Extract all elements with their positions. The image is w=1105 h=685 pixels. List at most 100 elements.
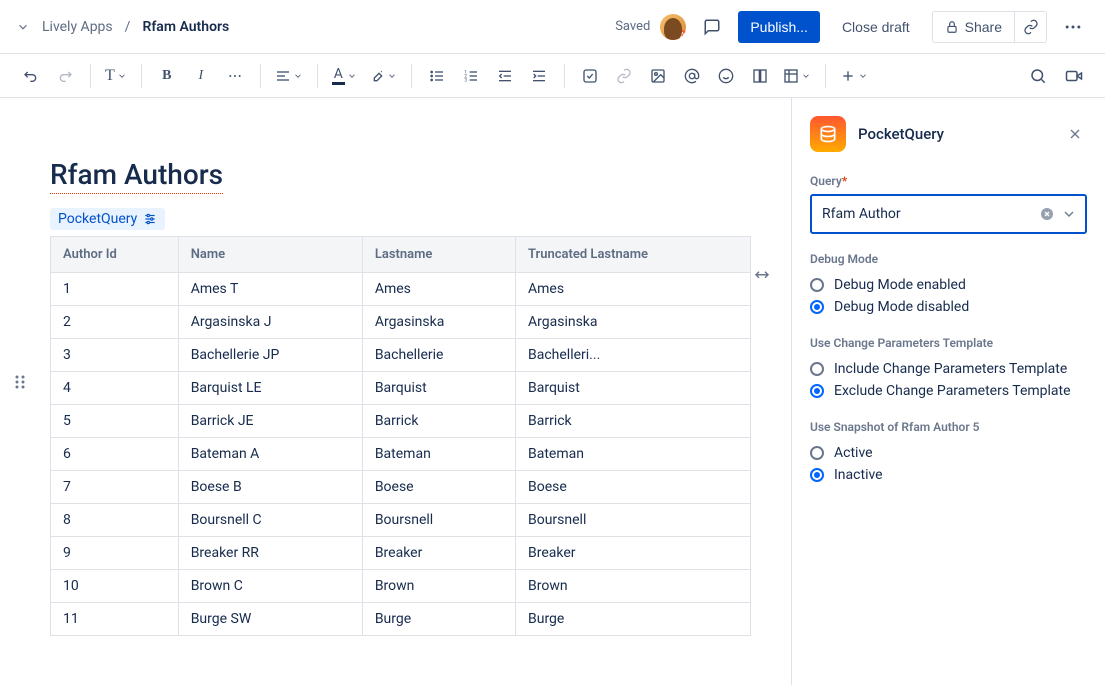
highlight-dropdown[interactable] bbox=[365, 61, 401, 91]
table-cell[interactable]: 9 bbox=[51, 537, 179, 570]
table-cell[interactable]: Breaker RR bbox=[178, 537, 362, 570]
table-cell[interactable]: Ames T bbox=[178, 273, 362, 306]
indent-icon[interactable] bbox=[524, 61, 554, 91]
table-cell[interactable]: 5 bbox=[51, 405, 179, 438]
table-cell[interactable]: Barquist bbox=[362, 372, 515, 405]
table-cell[interactable]: Burge bbox=[362, 603, 515, 636]
table-cell[interactable]: Bachelleri... bbox=[516, 339, 751, 372]
clear-icon[interactable] bbox=[1039, 206, 1055, 222]
drag-handle-icon[interactable] bbox=[14, 374, 26, 390]
query-select[interactable]: Rfam Author bbox=[810, 194, 1087, 234]
comments-icon[interactable] bbox=[696, 11, 728, 43]
table-cell[interactable]: Brown bbox=[362, 570, 515, 603]
mention-icon[interactable] bbox=[677, 61, 707, 91]
redo-icon[interactable] bbox=[50, 61, 80, 91]
breadcrumb-title[interactable]: Rfam Authors bbox=[142, 19, 229, 35]
table-cell[interactable]: Boursnell bbox=[516, 504, 751, 537]
table-cell[interactable]: Brown C bbox=[178, 570, 362, 603]
close-draft-button[interactable]: Close draft bbox=[830, 11, 922, 43]
table-cell[interactable]: Bachellerie JP bbox=[178, 339, 362, 372]
editor-canvas[interactable]: Rfam Authors PocketQuery Author IdNameLa… bbox=[0, 98, 791, 685]
table-cell[interactable]: Boese bbox=[362, 471, 515, 504]
layout-icon[interactable] bbox=[745, 61, 775, 91]
outdent-icon[interactable] bbox=[490, 61, 520, 91]
table-cell[interactable]: Burge bbox=[516, 603, 751, 636]
table-header[interactable]: Lastname bbox=[362, 237, 515, 273]
avatar[interactable]: A bbox=[660, 14, 686, 40]
table-cell[interactable]: Ames bbox=[362, 273, 515, 306]
table-cell[interactable]: Bachellerie bbox=[362, 339, 515, 372]
table-cell[interactable]: Argasinska bbox=[362, 306, 515, 339]
undo-icon[interactable] bbox=[16, 61, 46, 91]
macro-chip[interactable]: PocketQuery bbox=[50, 208, 165, 230]
task-icon[interactable] bbox=[575, 61, 605, 91]
table-cell[interactable]: Barquist bbox=[516, 372, 751, 405]
numbered-list-icon[interactable]: 123 bbox=[456, 61, 486, 91]
page-title[interactable]: Rfam Authors bbox=[50, 158, 223, 194]
table-cell[interactable]: Bateman A bbox=[178, 438, 362, 471]
table-header[interactable]: Author Id bbox=[51, 237, 179, 273]
table-dropdown[interactable] bbox=[779, 61, 815, 91]
bullet-list-icon[interactable] bbox=[422, 61, 452, 91]
bold-icon[interactable]: B bbox=[152, 61, 182, 91]
radio-include-template[interactable]: Include Change Parameters Template bbox=[810, 358, 1087, 380]
search-icon[interactable] bbox=[1023, 61, 1053, 91]
table-cell[interactable]: Boursnell C bbox=[178, 504, 362, 537]
emoji-icon[interactable] bbox=[711, 61, 741, 91]
image-icon[interactable] bbox=[643, 61, 673, 91]
radio-snapshot-inactive[interactable]: Inactive bbox=[810, 464, 1087, 486]
table-cell[interactable]: Breaker bbox=[362, 537, 515, 570]
table-row: 4Barquist LEBarquistBarquist bbox=[51, 372, 751, 405]
video-icon[interactable] bbox=[1059, 61, 1089, 91]
table-cell[interactable]: 4 bbox=[51, 372, 179, 405]
close-icon[interactable] bbox=[1063, 122, 1087, 146]
table-cell[interactable]: 8 bbox=[51, 504, 179, 537]
copy-link-button[interactable] bbox=[1015, 11, 1047, 43]
table-cell[interactable]: Barquist LE bbox=[178, 372, 362, 405]
table-cell[interactable]: Barrick bbox=[516, 405, 751, 438]
more-format-icon[interactable] bbox=[220, 61, 250, 91]
table-cell[interactable]: Ames bbox=[516, 273, 751, 306]
breadcrumb-parent[interactable]: Lively Apps bbox=[42, 19, 113, 35]
table-row: 6Bateman ABatemanBateman bbox=[51, 438, 751, 471]
publish-button[interactable]: Publish... bbox=[738, 11, 820, 43]
text-color-dropdown[interactable]: A bbox=[328, 61, 361, 91]
radio-debug-disabled[interactable]: Debug Mode disabled bbox=[810, 296, 1087, 318]
link-icon[interactable] bbox=[609, 61, 639, 91]
chevron-down-icon[interactable] bbox=[1061, 206, 1077, 222]
table-cell[interactable]: Argasinska J bbox=[178, 306, 362, 339]
table-cell[interactable]: 1 bbox=[51, 273, 179, 306]
text-style-dropdown[interactable]: T bbox=[101, 61, 131, 91]
table-cell[interactable]: Brown bbox=[516, 570, 751, 603]
table-cell[interactable]: Bateman bbox=[362, 438, 515, 471]
table-cell[interactable]: Breaker bbox=[516, 537, 751, 570]
resize-handle-icon[interactable] bbox=[753, 268, 771, 286]
table-cell[interactable]: 2 bbox=[51, 306, 179, 339]
more-actions-icon[interactable] bbox=[1057, 11, 1089, 43]
table-cell[interactable]: 6 bbox=[51, 438, 179, 471]
table-cell[interactable]: Boese B bbox=[178, 471, 362, 504]
table-cell[interactable]: 11 bbox=[51, 603, 179, 636]
table-cell[interactable]: Argasinska bbox=[516, 306, 751, 339]
chevron-down-icon[interactable] bbox=[16, 20, 30, 34]
table-header[interactable]: Name bbox=[178, 237, 362, 273]
radio-snapshot-active[interactable]: Active bbox=[810, 442, 1087, 464]
table-cell[interactable]: Bateman bbox=[516, 438, 751, 471]
italic-icon[interactable]: I bbox=[186, 61, 216, 91]
query-value: Rfam Author bbox=[822, 206, 1039, 222]
share-button[interactable]: Share bbox=[932, 11, 1015, 43]
table-cell[interactable]: 7 bbox=[51, 471, 179, 504]
radio-debug-enabled[interactable]: Debug Mode enabled bbox=[810, 274, 1087, 296]
breadcrumb: Lively Apps / Rfam Authors bbox=[16, 19, 229, 35]
table-cell[interactable]: 10 bbox=[51, 570, 179, 603]
table-header[interactable]: Truncated Lastname bbox=[516, 237, 751, 273]
table-cell[interactable]: Boese bbox=[516, 471, 751, 504]
table-cell[interactable]: 3 bbox=[51, 339, 179, 372]
align-dropdown[interactable] bbox=[271, 61, 307, 91]
table-cell[interactable]: Barrick bbox=[362, 405, 515, 438]
table-cell[interactable]: Boursnell bbox=[362, 504, 515, 537]
table-cell[interactable]: Barrick JE bbox=[178, 405, 362, 438]
radio-exclude-template[interactable]: Exclude Change Parameters Template bbox=[810, 380, 1087, 402]
table-cell[interactable]: Burge SW bbox=[178, 603, 362, 636]
insert-dropdown[interactable] bbox=[836, 61, 872, 91]
